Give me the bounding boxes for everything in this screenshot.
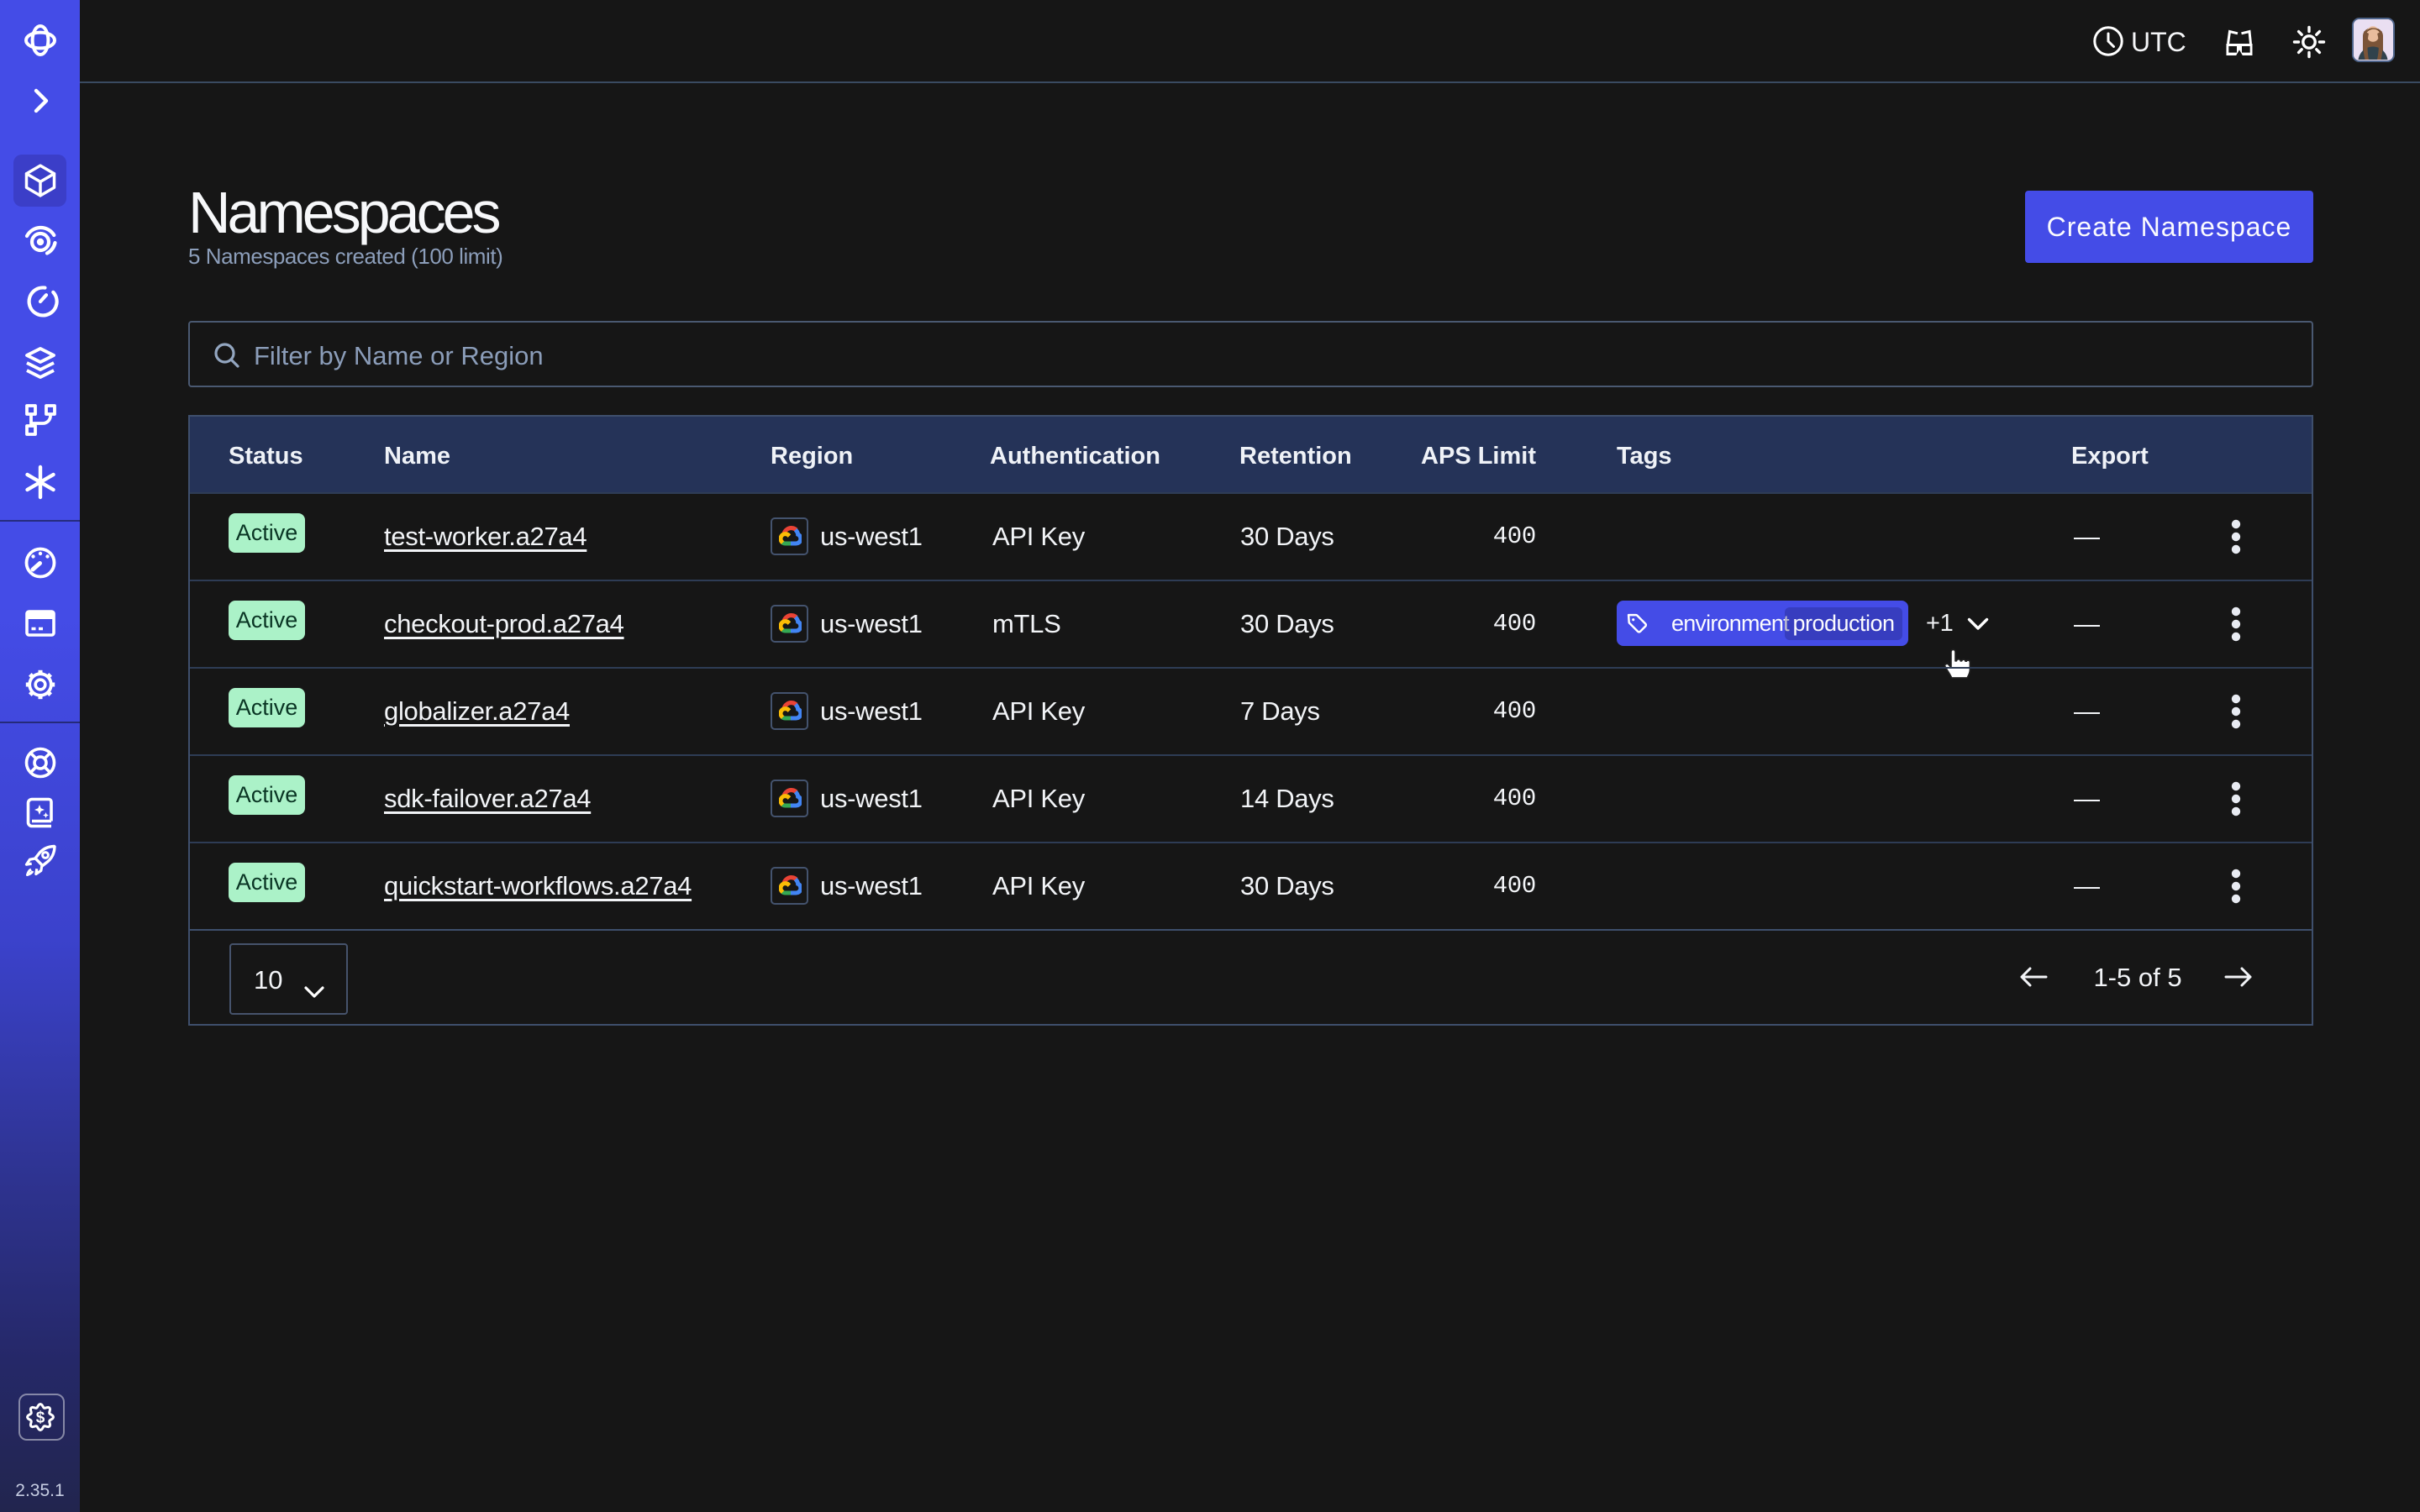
svg-text:$: $: [35, 1410, 45, 1427]
